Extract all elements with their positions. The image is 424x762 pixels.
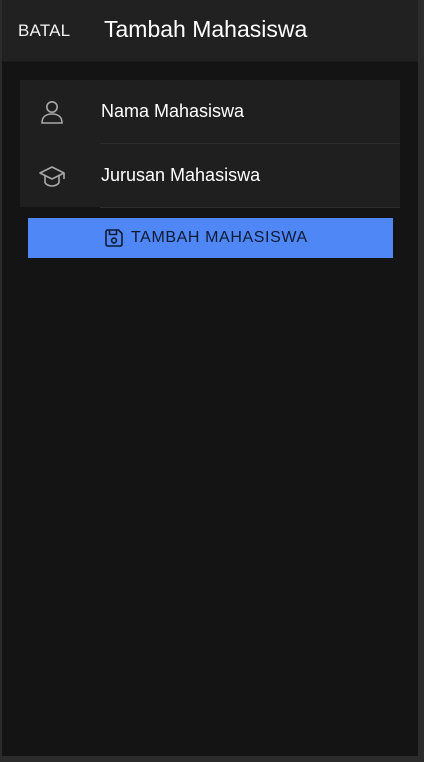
field-divider bbox=[100, 207, 400, 208]
student-form: Nama Mahasiswa Jurusan Mahasiswa bbox=[20, 80, 400, 208]
graduation-cap-icon bbox=[39, 166, 65, 187]
app-window: BATAL Tambah Mahasiswa Nama Mahasiswa Ju… bbox=[2, 0, 418, 756]
student-major-field[interactable]: Jurusan Mahasiswa bbox=[20, 144, 400, 208]
student-major-input[interactable]: Jurusan Mahasiswa bbox=[101, 165, 260, 186]
person-icon bbox=[41, 101, 63, 124]
screen-frame: BATAL Tambah Mahasiswa Nama Mahasiswa Ju… bbox=[0, 0, 424, 762]
student-name-input[interactable]: Nama Mahasiswa bbox=[101, 101, 244, 122]
cancel-button[interactable]: BATAL bbox=[18, 21, 70, 41]
floppy-disk-icon bbox=[105, 229, 123, 247]
app-header: BATAL Tambah Mahasiswa bbox=[2, 0, 418, 62]
student-name-field[interactable]: Nama Mahasiswa bbox=[20, 80, 400, 144]
add-student-button[interactable]: TAMBAH MAHASISWA bbox=[28, 218, 393, 258]
page-title: Tambah Mahasiswa bbox=[104, 16, 308, 42]
bottom-edge bbox=[0, 756, 424, 762]
add-student-button-label: TAMBAH MAHASISWA bbox=[131, 229, 308, 246]
